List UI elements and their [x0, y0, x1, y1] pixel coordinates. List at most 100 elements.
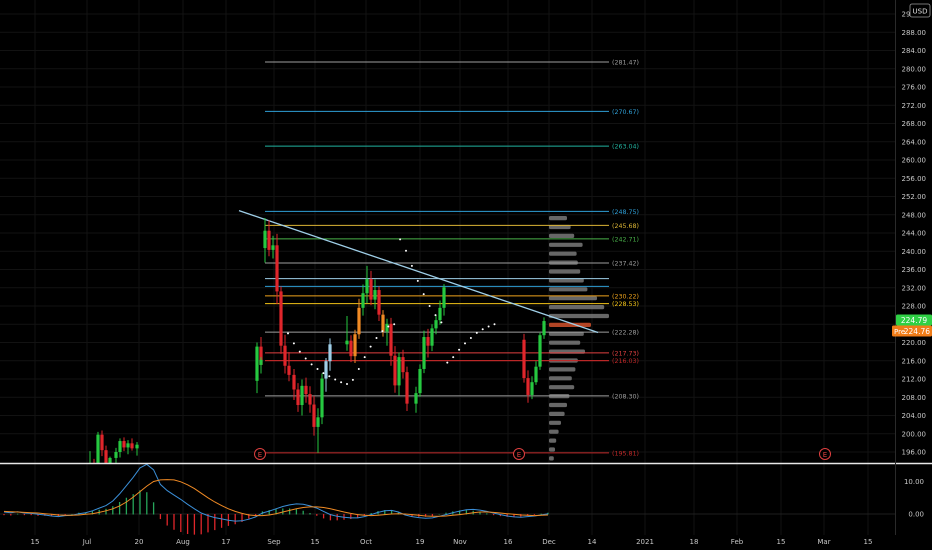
level-label: (263.04) — [612, 144, 639, 151]
currency-tag[interactable]: USD — [909, 3, 931, 18]
candle-body — [275, 245, 279, 292]
sar-dot — [405, 249, 407, 252]
volume-profile-bar — [549, 447, 555, 452]
candle-body — [534, 366, 538, 383]
sar-dot — [334, 378, 337, 381]
candle-body — [430, 328, 434, 346]
candle-body — [426, 337, 430, 346]
level-label: (222.28) — [612, 330, 639, 337]
sar-dot — [381, 330, 384, 333]
candle-body — [259, 359, 263, 365]
pre-market-value: 224.76 — [904, 327, 930, 336]
time-axis-label: 15 — [31, 538, 40, 546]
sar-dot — [346, 383, 348, 386]
volume-profile-bar — [549, 340, 581, 345]
volume-profile-bar — [549, 269, 581, 274]
time-axis-label: Feb — [731, 538, 744, 546]
time-axis-label: Dec — [542, 538, 556, 546]
candle-body — [312, 404, 316, 427]
candle-body — [422, 337, 426, 369]
volume-profile-bar — [549, 402, 567, 408]
candle-body — [377, 290, 381, 315]
candle-body — [316, 417, 320, 427]
price-axis-label: 276.00 — [902, 84, 927, 92]
sar-dot — [340, 381, 343, 384]
candle-body — [389, 323, 393, 356]
price-axis-label: 196.00 — [902, 449, 927, 457]
price-axis-label: 260.00 — [902, 157, 927, 165]
level-label: (245.68) — [612, 223, 639, 230]
time-axis-label: 15 — [311, 538, 320, 546]
sar-dot — [452, 356, 455, 359]
volume-profile-bar — [549, 367, 576, 372]
sar-dot — [475, 331, 478, 334]
volume-profile-bar — [549, 233, 575, 238]
sar-dot — [481, 328, 484, 331]
price-axis-label: 288.00 — [902, 29, 927, 37]
sar-dot — [458, 348, 461, 351]
candle-body — [271, 245, 275, 250]
level-label: (248.75) — [612, 209, 639, 216]
volume-profile-bar — [549, 287, 588, 292]
candle-body — [393, 355, 397, 386]
sar-dot — [287, 332, 289, 335]
candle-body — [418, 368, 422, 394]
candle-body — [405, 372, 409, 404]
price-axis-label: 256.00 — [902, 175, 927, 183]
candle-body — [114, 452, 118, 458]
sar-dot — [387, 325, 390, 328]
candle-body — [126, 443, 130, 448]
time-axis-label: Jul — [82, 538, 92, 546]
price-axis-label: 236.00 — [902, 266, 927, 274]
sar-dot — [410, 264, 413, 267]
price-axis-label: 204.00 — [902, 412, 927, 420]
earnings-marker-label: E — [258, 451, 262, 459]
time-axis-label: 2021 — [636, 538, 654, 546]
sar-dot — [493, 323, 496, 326]
sar-dot — [351, 378, 354, 381]
candle-body — [438, 307, 442, 321]
sar-dot — [304, 357, 307, 360]
volume-profile-bar — [549, 376, 572, 381]
candle-body — [526, 378, 530, 395]
volume-profile-bar — [549, 216, 567, 221]
candle-body — [349, 340, 353, 357]
sar-dot — [434, 314, 437, 317]
candle-body — [369, 279, 373, 300]
time-axis-label: Aug — [176, 538, 190, 546]
earnings-marker-label: E — [823, 451, 827, 459]
level-label: (237.42) — [612, 261, 639, 268]
candle-body — [122, 441, 126, 448]
candle-body — [300, 385, 304, 406]
level-label: (242.71) — [612, 236, 639, 243]
candle-body — [255, 346, 259, 381]
candle-body — [263, 230, 267, 249]
last-price-badge: 224.79 — [896, 314, 932, 326]
pre-market-badge: Pre 224.76 — [892, 325, 932, 337]
sar-dot — [422, 293, 425, 296]
volume-profile-bar — [549, 313, 609, 319]
price-axis-label: 228.00 — [902, 303, 927, 311]
candle-body — [130, 443, 134, 449]
sar-dot — [428, 305, 431, 307]
price-axis-label: 268.00 — [902, 120, 927, 128]
candle-body — [328, 344, 332, 362]
time-axis-label: 18 — [690, 538, 699, 546]
sar-dot — [416, 279, 419, 282]
candle-body — [324, 361, 328, 379]
candle-body — [287, 365, 291, 375]
sar-dot — [487, 325, 490, 328]
price-axis-label: 284.00 — [902, 47, 927, 55]
sar-dot — [464, 342, 466, 345]
volume-profile-bar — [549, 305, 605, 310]
candle-body — [267, 230, 271, 250]
time-axis-label: 15 — [777, 538, 786, 546]
candle-body — [118, 441, 122, 452]
sar-dot — [328, 375, 331, 378]
volume-profile-bar — [549, 420, 561, 425]
level-label: (217.73) — [612, 350, 639, 357]
price-axis-label: 212.00 — [902, 376, 927, 384]
price-axis-label: 216.00 — [902, 357, 927, 365]
level-label: (270.67) — [612, 109, 639, 116]
sar-dot — [369, 345, 372, 348]
